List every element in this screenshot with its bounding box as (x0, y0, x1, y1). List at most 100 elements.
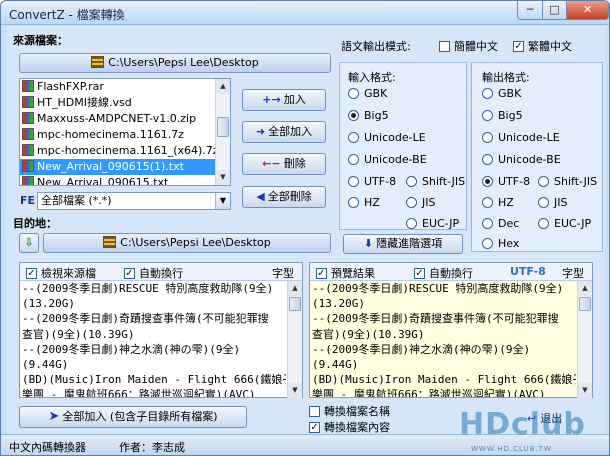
radio-icon[interactable] (348, 154, 359, 165)
title-bar[interactable]: ConvertZ - 檔案轉換 ─ □ ✕ (1, 1, 609, 25)
radio-icon[interactable] (482, 218, 493, 229)
radio-icon[interactable] (482, 197, 493, 208)
input-radio-big5[interactable]: Big5 (348, 109, 389, 122)
down-arrow-icon[interactable]: ⇩ (19, 233, 39, 253)
scroll-down-icon[interactable]: ▼ (578, 383, 592, 398)
hide-advanced-button[interactable]: ⬇ 隱藏進階選項 (343, 234, 463, 254)
left-font-button[interactable]: 字型 (272, 265, 294, 281)
source-text-content[interactable]: --(2009冬季日劇)RESCUE 特別高度救助隊(9全) (13.20G) --… (22, 281, 286, 397)
radio-icon[interactable] (348, 176, 359, 187)
input-radio-jis[interactable]: JIS (406, 196, 435, 209)
file-list-item[interactable]: HT_HDMI接線.vsd (20, 95, 230, 111)
radio-icon[interactable] (482, 88, 493, 99)
preview-text-view[interactable]: 預覽結果 自動換行 UTF-8 字型 --(2009冬季日劇)RESCUE 特別… (309, 262, 593, 398)
file-list-item[interactable]: Maxxuss-AMDPCNET-v1.0.zip (20, 111, 230, 127)
add-button[interactable]: +→ 加入 (242, 89, 326, 111)
convert-content-checkbox[interactable]: 轉換檔案內容 (309, 419, 390, 435)
radio-icon[interactable] (482, 176, 493, 187)
output-radio-jis[interactable]: JIS (538, 196, 567, 209)
scroll-thumb[interactable] (289, 297, 301, 311)
file-list-item[interactable]: New_Arrival_090615.txt (20, 175, 230, 185)
output-radio-unicode-be[interactable]: Unicode-BE (482, 153, 561, 166)
checkbox-icon[interactable] (414, 268, 425, 279)
radio-icon[interactable] (538, 197, 549, 208)
destination-path-button[interactable]: C:\Users\Pepsi Lee\Desktop (43, 233, 331, 253)
radio-icon[interactable] (482, 110, 493, 121)
input-radio-unicode-le[interactable]: Unicode-LE (348, 131, 426, 144)
chevron-down-icon[interactable]: ▼ (215, 193, 230, 209)
output-radio-big5[interactable]: Big5 (482, 109, 523, 122)
input-radio-hz[interactable]: HZ (348, 196, 380, 209)
checkbox-icon[interactable] (513, 41, 524, 52)
radio-icon[interactable] (348, 110, 359, 121)
scroll-up-icon[interactable]: ▲ (216, 79, 230, 94)
radio-icon[interactable] (406, 176, 417, 187)
source-text-view[interactable]: 檢視來源檔 自動換行 字型 --(2009冬季日劇)RESCUE 特別高度救助隊… (19, 262, 303, 398)
file-list-scrollbar[interactable]: ▲ ▼ (215, 79, 230, 185)
file-list-item[interactable]: mpc-homecinema.1161_(x64).7z (20, 143, 230, 159)
output-radio-hex[interactable]: Hex (482, 237, 519, 250)
checkbox-icon[interactable] (124, 268, 135, 279)
preview-view-scrollbar[interactable]: ▲ ▼ (577, 281, 592, 398)
output-radio-shift-jis[interactable]: Shift-JIS (538, 175, 597, 188)
file-list-item[interactable]: New_Arrival_090615(1).txt (20, 159, 230, 175)
minimize-button[interactable]: ─ (517, 1, 543, 20)
output-radio-euc-jp[interactable]: EUC-JP (538, 217, 591, 230)
radio-icon[interactable] (348, 197, 359, 208)
output-radio-hz[interactable]: HZ (482, 196, 514, 209)
maximize-button[interactable]: □ (542, 1, 567, 20)
folder-tree-icon (103, 236, 117, 248)
traditional-checkbox[interactable]: 繁體中文 (513, 38, 572, 54)
checkbox-icon[interactable] (26, 268, 37, 279)
output-radio-unicode-le[interactable]: Unicode-LE (482, 131, 560, 144)
input-radio-gbk[interactable]: GBK (348, 87, 387, 100)
radio-icon[interactable] (538, 176, 549, 187)
checkbox-icon[interactable] (439, 41, 450, 52)
scroll-up-icon[interactable]: ▲ (578, 281, 592, 296)
preview-text-content[interactable]: --(2009冬季日劇)RESCUE 特別高度救助隊(9全) (13.20G) --… (312, 281, 576, 397)
input-radio-shift-jis[interactable]: Shift-JIS (406, 175, 465, 188)
right-font-button[interactable]: 字型 (562, 265, 584, 281)
scroll-down-icon[interactable]: ▼ (216, 170, 230, 185)
checkbox-icon[interactable] (309, 422, 320, 433)
radio-icon[interactable] (482, 238, 493, 249)
source-path-button[interactable]: C:\Users\Pepsi Lee\Desktop (19, 53, 331, 73)
simplified-checkbox[interactable]: 簡體中文 (439, 38, 498, 54)
traditional-label: 繁體中文 (528, 40, 572, 53)
convert-filename-checkbox[interactable]: 轉換檔案名稱 (309, 403, 390, 419)
radio-icon[interactable] (482, 132, 493, 143)
file-name: mpc-homecinema.1161.7z (37, 128, 184, 141)
scroll-thumb[interactable] (579, 297, 591, 311)
output-radio-utf-8[interactable]: UTF-8 (482, 175, 530, 188)
checkbox-icon[interactable] (309, 406, 320, 417)
radio-icon[interactable] (538, 218, 549, 229)
view-source-checkbox[interactable]: 檢視來源檔 (26, 265, 96, 281)
preview-checkbox[interactable]: 預覽結果 (316, 265, 375, 281)
left-wrap-checkbox[interactable]: 自動換行 (124, 265, 183, 281)
radio-icon[interactable] (348, 132, 359, 143)
input-radio-euc-jp[interactable]: EUC-JP (406, 217, 459, 230)
source-file-list[interactable]: FlashFXP.rar HT_HDMI接線.vsd Maxxuss-AMDPCNE… (19, 78, 231, 186)
radio-icon[interactable] (348, 88, 359, 99)
input-radio-utf-8[interactable]: UTF-8 (348, 175, 396, 188)
radio-icon[interactable] (406, 197, 417, 208)
scroll-up-icon[interactable]: ▲ (288, 281, 302, 296)
output-radio-dec[interactable]: Dec (482, 217, 519, 230)
file-list-item[interactable]: FlashFXP.rar (20, 79, 230, 95)
scroll-thumb[interactable] (217, 117, 229, 137)
radio-icon[interactable] (406, 218, 417, 229)
scroll-down-icon[interactable]: ▼ (288, 383, 302, 398)
input-radio-unicode-be[interactable]: Unicode-BE (348, 153, 427, 166)
checkbox-icon[interactable] (316, 268, 327, 279)
remove-button[interactable]: ←− 刪除 (242, 153, 326, 175)
close-button[interactable]: ✕ (566, 1, 609, 20)
radio-icon[interactable] (482, 154, 493, 165)
file-filter-select[interactable]: 全部檔案 (*.*) ▼ (37, 192, 231, 210)
add-all-recursive-button[interactable]: ➤ 全部加入 (包含子目錄所有檔案) (19, 406, 247, 428)
output-radio-gbk[interactable]: GBK (482, 87, 521, 100)
right-wrap-checkbox[interactable]: 自動換行 (414, 265, 473, 281)
add-all-button[interactable]: ➜ 全部加入 (242, 121, 326, 143)
source-view-scrollbar[interactable]: ▲ ▼ (287, 281, 302, 398)
remove-all-button[interactable]: ◀ 全部刪除 (242, 186, 326, 208)
file-list-item[interactable]: mpc-homecinema.1161.7z (20, 127, 230, 143)
